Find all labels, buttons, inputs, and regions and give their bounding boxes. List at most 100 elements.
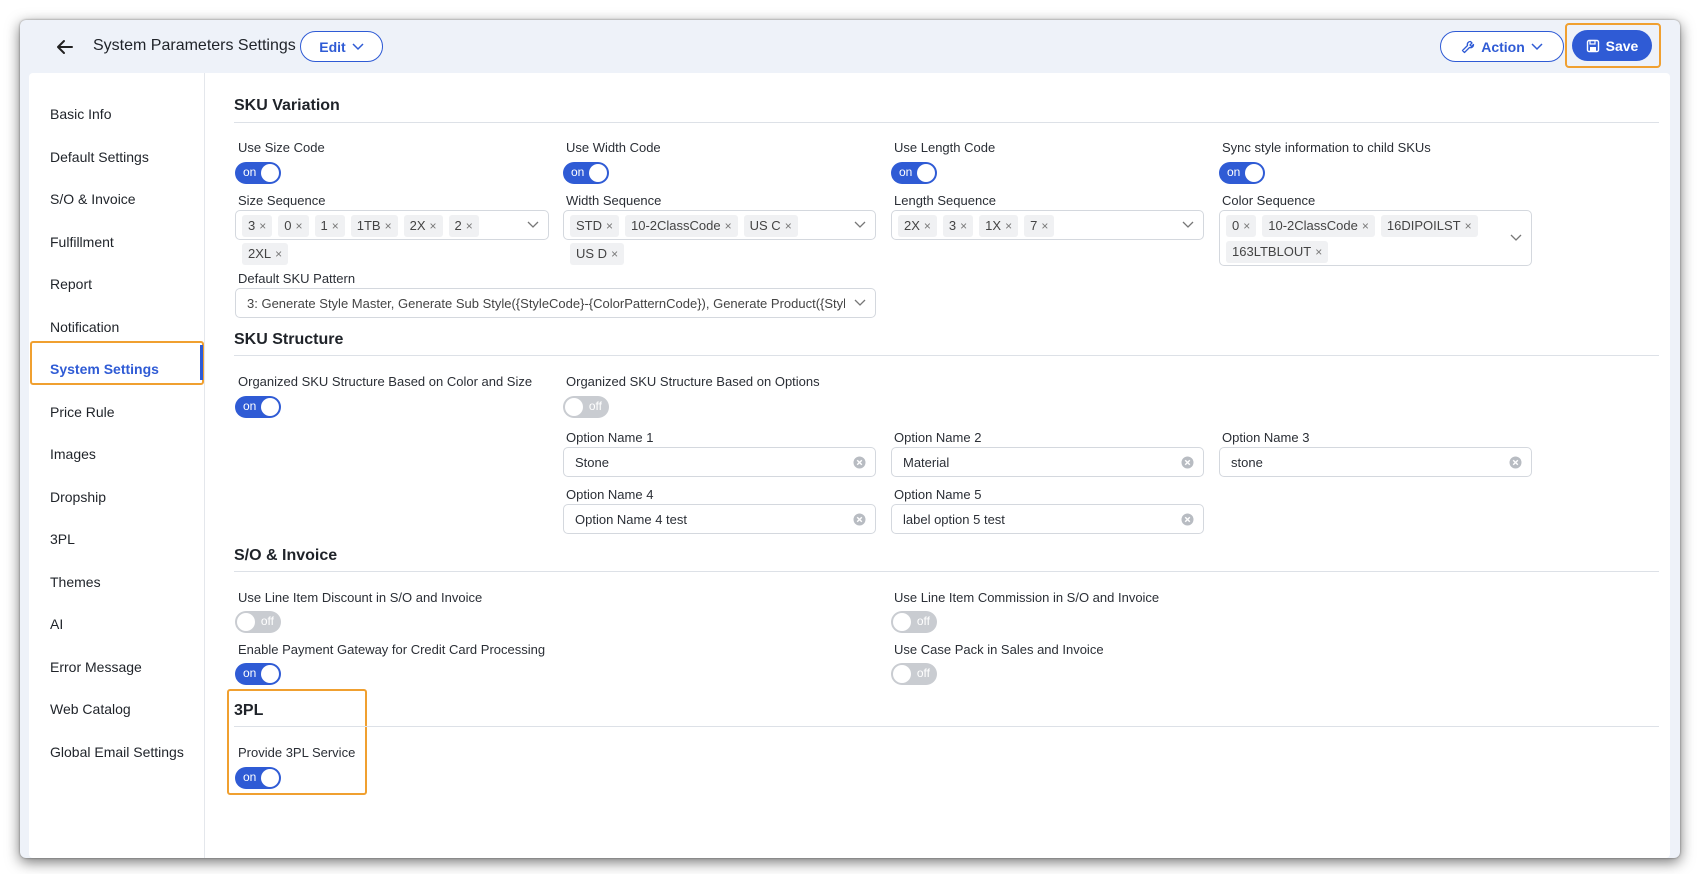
chevron-down-icon [1531, 42, 1543, 50]
width-sequence-select[interactable]: STD × 10-2ClassCode × US C × US D × [563, 210, 876, 265]
page-title: System Parameters Settings [93, 37, 296, 54]
tag: 1X × [979, 215, 1019, 237]
payment-gateway-toggle[interactable]: on [235, 663, 281, 685]
option-name-5-label: Option Name 5 [894, 487, 982, 502]
option-name-3-label: Option Name 3 [1222, 430, 1310, 445]
section-divider [234, 355, 1659, 356]
chevron-down-icon [1510, 234, 1522, 241]
size-sequence-label: Size Sequence [238, 193, 326, 208]
color-sequence-label: Color Sequence [1222, 193, 1316, 208]
remove-tag-icon[interactable]: × [606, 215, 613, 237]
option-name-5-input[interactable]: label option 5 test [891, 504, 1204, 534]
tag: 10-2ClassCode × [1262, 215, 1375, 237]
provide-3pl-toggle[interactable]: on [235, 767, 281, 789]
use-size-code-toggle[interactable]: on [235, 162, 281, 184]
clear-icon[interactable] [853, 513, 866, 526]
tag: 0 × [1226, 215, 1257, 237]
size-sequence-select[interactable]: 3 × 0 × 1 × 1TB × 2X × 2 × 2XL × [235, 210, 549, 265]
color-size-structure-label: Organized SKU Structure Based on Color a… [238, 374, 533, 389]
section-title-sku-structure: SKU Structure [234, 331, 344, 348]
action-button-label: Action [1481, 38, 1525, 55]
remove-tag-icon[interactable]: × [611, 243, 618, 265]
options-structure-label: Organized SKU Structure Based on Options [566, 374, 820, 389]
app-window: System Parameters Settings Edit Action S… [20, 20, 1680, 858]
remove-tag-icon[interactable]: × [725, 215, 732, 237]
remove-tag-icon[interactable]: × [295, 215, 302, 237]
default-sku-pattern-label: Default SKU Pattern [238, 271, 356, 286]
tag: 163LTBLOUT × [1226, 241, 1329, 263]
tag: 2X × [898, 215, 937, 237]
payment-gateway-label: Enable Payment Gateway for Credit Card P… [238, 642, 546, 657]
option-name-2-input[interactable]: Material [891, 447, 1204, 477]
section-title-so-invoice: S/O & Invoice [234, 547, 338, 564]
chevron-down-icon [352, 42, 364, 50]
tag: 7 × [1024, 215, 1055, 237]
top-bar: System Parameters Settings Edit Action S… [20, 20, 1680, 74]
option-name-3-input[interactable]: stone [1219, 447, 1532, 477]
remove-tag-icon[interactable]: × [1041, 215, 1048, 237]
clear-icon[interactable] [1509, 456, 1522, 469]
line-discount-label: Use Line Item Discount in S/O and Invoic… [238, 590, 483, 605]
section-divider [234, 726, 1659, 727]
color-sequence-select[interactable]: 0 × 10-2ClassCode × 16DIPOILST × 163LTBLOUT… [1219, 210, 1532, 266]
default-sku-pattern-select[interactable]: 3: Generate Style Master, Generate Sub S… [235, 288, 876, 318]
section-divider [234, 122, 1659, 123]
tag: 1 × [314, 215, 345, 237]
remove-tag-icon[interactable]: × [1243, 215, 1250, 237]
tag: STD × [570, 215, 620, 237]
option-name-1-input[interactable]: Stone [563, 447, 876, 477]
sync-style-toggle[interactable]: on [1219, 162, 1265, 184]
option-name-1-label: Option Name 1 [566, 430, 654, 445]
provide-3pl-label: Provide 3PL Service [238, 745, 356, 760]
line-commission-label: Use Line Item Commission in S/O and Invo… [894, 590, 1160, 605]
use-width-code-toggle[interactable]: on [563, 162, 609, 184]
tag: US C × [743, 215, 798, 237]
line-commission-toggle[interactable]: off [891, 611, 937, 633]
remove-tag-icon[interactable]: × [259, 215, 266, 237]
use-width-code-label: Use Width Code [566, 140, 661, 155]
option-name-4-input[interactable]: Option Name 4 test [563, 504, 876, 534]
chevron-down-icon [1182, 221, 1194, 228]
sync-style-label: Sync style information to child SKUs [1222, 140, 1431, 155]
length-sequence-label: Length Sequence [894, 193, 996, 208]
remove-tag-icon[interactable]: × [960, 215, 967, 237]
remove-tag-icon[interactable]: × [1315, 241, 1322, 263]
chevron-down-icon [854, 299, 866, 306]
remove-tag-icon[interactable]: × [1005, 215, 1012, 237]
remove-tag-icon[interactable]: × [385, 215, 392, 237]
tag: US D × [570, 243, 625, 265]
back-arrow-icon[interactable] [54, 36, 76, 58]
remove-tag-icon[interactable]: × [332, 215, 339, 237]
remove-tag-icon[interactable]: × [1465, 215, 1472, 237]
chevron-down-icon [854, 221, 866, 228]
tag: 2XL × [242, 243, 289, 265]
tag: 10-2ClassCode × [625, 215, 738, 237]
options-structure-toggle[interactable]: off [563, 396, 609, 418]
tag: 3 × [942, 215, 974, 237]
remove-tag-icon[interactable]: × [924, 215, 931, 237]
clear-icon[interactable] [853, 456, 866, 469]
remove-tag-icon[interactable]: × [430, 215, 437, 237]
save-button-label: Save [1605, 37, 1639, 54]
tag: 16DIPOILST × [1380, 215, 1478, 237]
clear-icon[interactable] [1181, 513, 1194, 526]
wrench-icon [1462, 40, 1475, 53]
remove-tag-icon[interactable]: × [275, 243, 282, 265]
clear-icon[interactable] [1181, 456, 1194, 469]
save-button[interactable]: Save [1572, 30, 1652, 61]
use-length-code-toggle[interactable]: on [891, 162, 937, 184]
edit-button-label: Edit [319, 38, 346, 55]
action-button[interactable]: Action [1440, 31, 1564, 62]
case-pack-toggle[interactable]: off [891, 663, 937, 685]
settings-content: SKU Variation Use Size Code on Use Width… [29, 73, 1670, 858]
line-discount-toggle[interactable]: off [235, 611, 281, 633]
save-icon [1586, 39, 1599, 52]
length-sequence-select[interactable]: 2X × 3 × 1X × 7 × [891, 210, 1204, 240]
edit-button[interactable]: Edit [300, 31, 383, 62]
remove-tag-icon[interactable]: × [466, 215, 473, 237]
chevron-down-icon [527, 221, 539, 228]
width-sequence-label: Width Sequence [566, 193, 662, 208]
remove-tag-icon[interactable]: × [1362, 215, 1369, 237]
remove-tag-icon[interactable]: × [785, 215, 792, 237]
color-size-structure-toggle[interactable]: on [235, 396, 281, 418]
